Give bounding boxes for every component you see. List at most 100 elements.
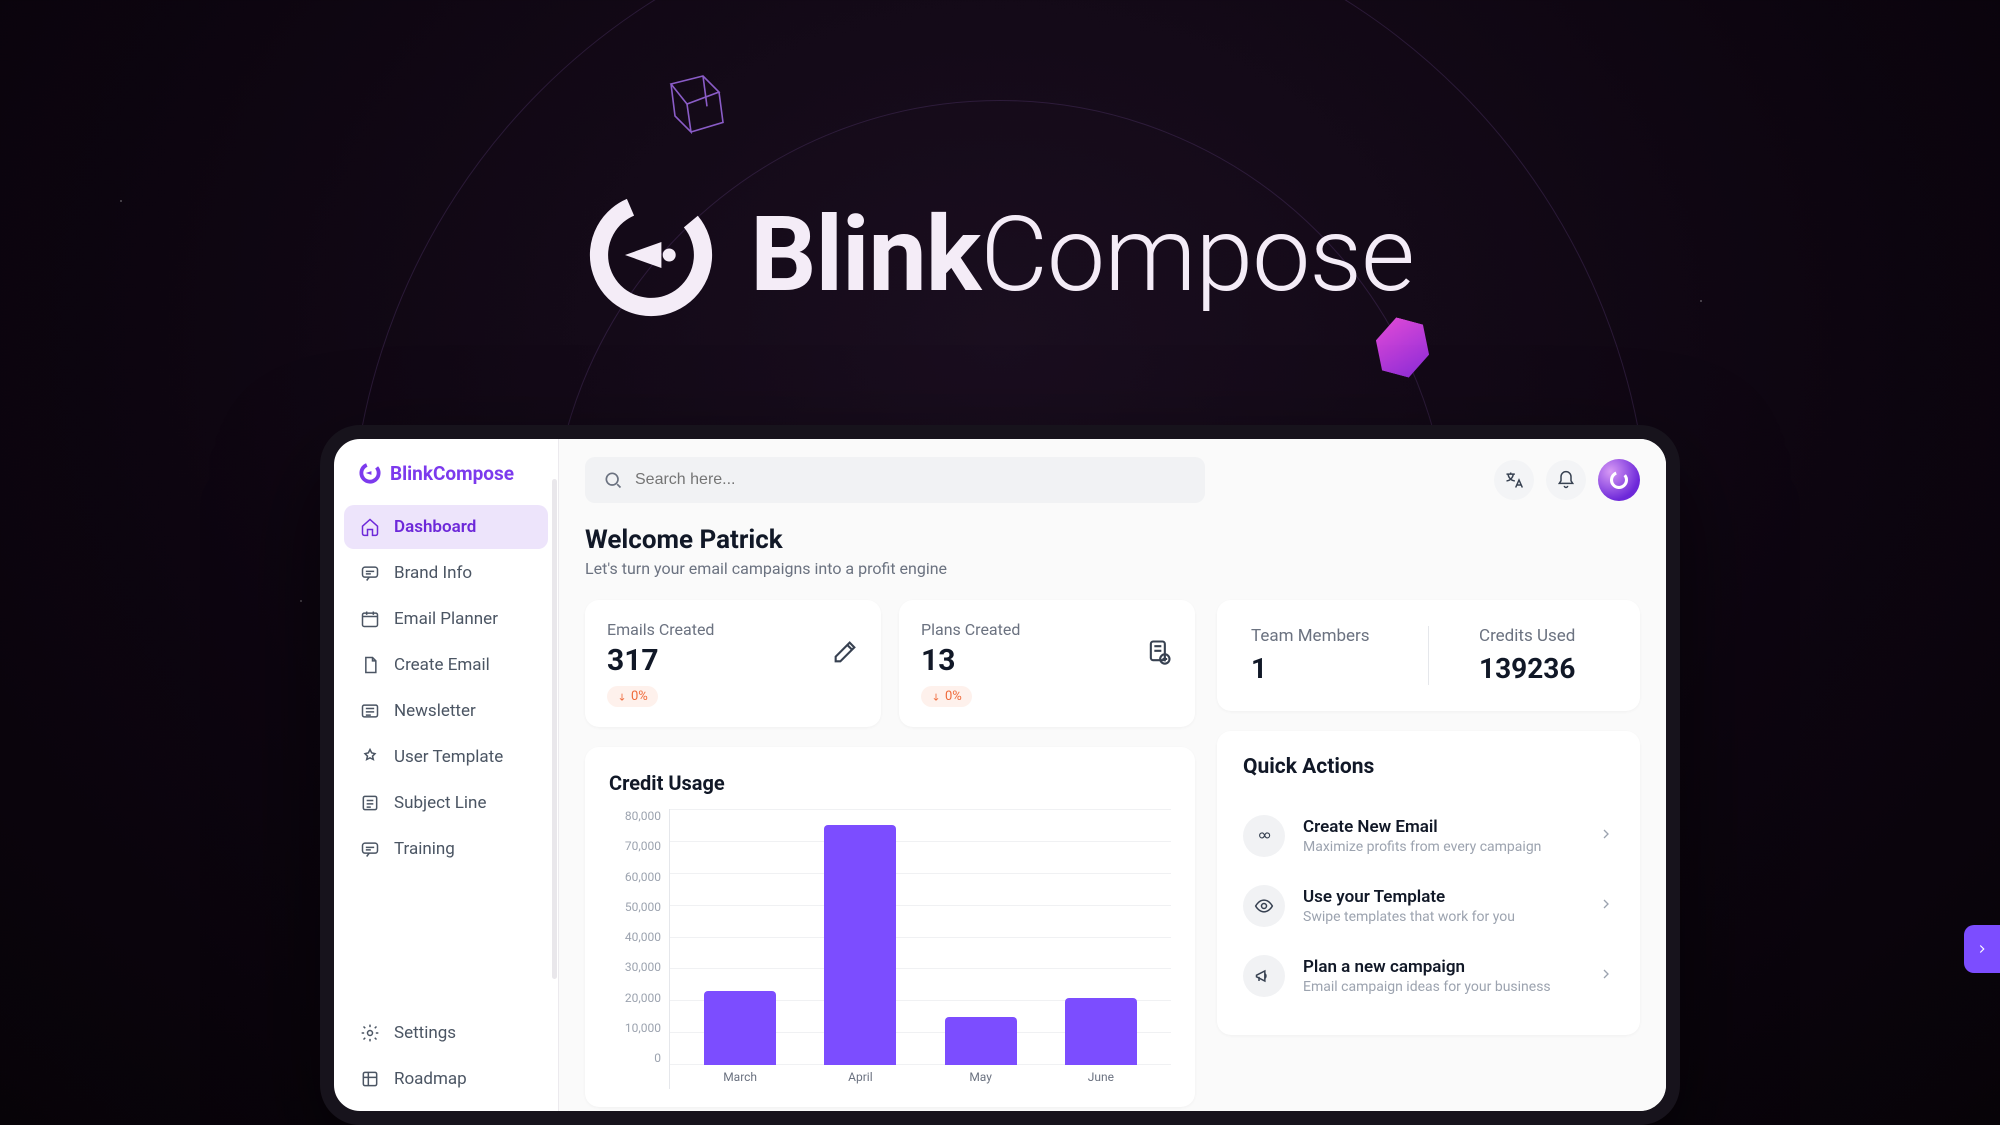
search-box[interactable]	[585, 457, 1205, 503]
sidebar-item-label: Create Email	[394, 655, 490, 675]
logo-mark-icon	[1608, 469, 1630, 491]
stat-card-summary: Team Members 1 Credits Used 139236	[1217, 600, 1640, 711]
stat-label: Plans Created	[921, 620, 1173, 639]
home-icon	[360, 517, 380, 537]
sidebar-item-label: Newsletter	[394, 701, 476, 721]
main-content: Welcome Patrick Let's turn your email ca…	[559, 439, 1666, 1111]
chevron-right-icon	[1598, 896, 1614, 916]
app-frame: BlinkCompose Dashboard Brand Info Email Pl…	[320, 425, 1680, 1125]
list-icon	[360, 793, 380, 813]
hero-logo: BlinkCompose	[0, 190, 2000, 320]
edit-icon[interactable]	[831, 638, 859, 666]
chart-x-label: June	[1065, 1070, 1137, 1084]
sidebar-nav: Dashboard Brand Info Email Planner Create E…	[334, 505, 558, 871]
sidebar-item-create-email[interactable]: Create Email	[344, 643, 548, 687]
topbar	[585, 457, 1640, 503]
chart-area: 80,00070,00060,00050,00040,00030,00020,0…	[609, 809, 1171, 1089]
chart-plot: March April May June	[669, 809, 1171, 1089]
search-input[interactable]	[635, 471, 1187, 489]
chevron-right-icon	[1598, 966, 1614, 986]
stat-value: 13	[921, 643, 1173, 678]
chart-x-label: May	[945, 1070, 1017, 1084]
stat-label: Team Members	[1251, 626, 1378, 646]
map-icon	[360, 1069, 380, 1089]
chart-x-label: March	[704, 1070, 776, 1084]
stat-label: Emails Created	[607, 620, 859, 639]
quick-action-sub: Swipe templates that work for you	[1303, 909, 1515, 925]
infinity-icon	[1243, 815, 1285, 857]
news-icon	[360, 701, 380, 721]
sidebar-item-label: Training	[394, 839, 455, 859]
eye-icon	[1243, 885, 1285, 927]
chevron-right-icon	[1975, 942, 1989, 956]
stat-delta-badge: 0%	[607, 686, 658, 707]
search-icon	[603, 470, 623, 490]
gear-icon	[360, 1023, 380, 1043]
sidebar-item-email-planner[interactable]: Email Planner	[344, 597, 548, 641]
quick-action-title: Use your Template	[1303, 887, 1515, 907]
quick-actions-card: Quick Actions Create New Email Maximize p…	[1217, 731, 1640, 1035]
bell-icon	[1556, 470, 1576, 490]
chart-title: Credit Usage	[609, 771, 1171, 795]
sidebar-item-label: Email Planner	[394, 609, 498, 629]
welcome-block: Welcome Patrick Let's turn your email ca…	[585, 525, 1640, 578]
logo-mark-icon	[586, 190, 716, 320]
quick-action-create-new-email[interactable]: Create New Email Maximize profits from ev…	[1243, 801, 1614, 871]
language-button[interactable]	[1494, 460, 1534, 500]
quick-action-title: Plan a new campaign	[1303, 957, 1551, 977]
sidebar-brand-name: BlinkCompose	[390, 462, 514, 485]
sidebar-item-settings[interactable]: Settings	[344, 1011, 548, 1055]
quick-action-use-your-template[interactable]: Use your Template Swipe templates that wo…	[1243, 871, 1614, 941]
sidebar-item-label: Roadmap	[394, 1069, 467, 1089]
chat-icon	[360, 839, 380, 859]
quick-actions-title: Quick Actions	[1243, 755, 1614, 779]
side-tab-button[interactable]	[1964, 925, 2000, 973]
sidebar-item-training[interactable]: Training	[344, 827, 548, 871]
arrow-down-icon	[931, 692, 941, 702]
document-plus-icon[interactable]	[1145, 638, 1173, 666]
translate-icon	[1504, 470, 1524, 490]
sidebar-item-roadmap[interactable]: Roadmap	[344, 1057, 548, 1101]
chart-x-axis: March April May June	[670, 1065, 1171, 1089]
stat-label: Credits Used	[1479, 626, 1606, 646]
chevron-right-icon	[1598, 826, 1614, 846]
notifications-button[interactable]	[1546, 460, 1586, 500]
calendar-icon	[360, 609, 380, 629]
sidebar-item-user-template[interactable]: User Template	[344, 735, 548, 779]
sidebar-item-label: Settings	[394, 1023, 456, 1043]
page-subtitle: Let's turn your email campaigns into a p…	[585, 559, 1640, 578]
deco-star	[300, 600, 302, 602]
quick-action-sub: Maximize profits from every campaign	[1303, 839, 1541, 855]
sidebar-logo[interactable]: BlinkCompose	[334, 439, 558, 505]
sidebar-item-dashboard[interactable]: Dashboard	[344, 505, 548, 549]
sidebar-item-label: Subject Line	[394, 793, 486, 813]
sidebar-item-label: Brand Info	[394, 563, 472, 583]
sidebar-scrollbar[interactable]	[552, 479, 557, 979]
stat-value: 1	[1251, 652, 1378, 685]
sidebar-item-subject-line[interactable]: Subject Line	[344, 781, 548, 825]
sidebar-item-label: Dashboard	[394, 517, 476, 537]
chart-bar	[945, 1017, 1017, 1065]
avatar[interactable]	[1598, 459, 1640, 501]
chart-bar	[704, 991, 776, 1065]
stat-value: 139236	[1479, 652, 1606, 685]
page-title: Welcome Patrick	[585, 525, 1640, 555]
stat-card-plans-created: Plans Created 13 0%	[899, 600, 1195, 727]
quick-action-title: Create New Email	[1303, 817, 1541, 837]
sidebar-item-label: User Template	[394, 747, 503, 767]
megaphone-icon	[1243, 955, 1285, 997]
chart-y-axis: 80,00070,00060,00050,00040,00030,00020,0…	[609, 809, 669, 1089]
stat-card-emails-created: Emails Created 317 0%	[585, 600, 881, 727]
chart-x-label: April	[824, 1070, 896, 1084]
sidebar-nav-secondary: Settings Roadmap	[334, 1011, 558, 1111]
deco-cube	[655, 60, 735, 140]
quick-action-plan-a-new-campaign[interactable]: Plan a new campaign Email campaign ideas …	[1243, 941, 1614, 1011]
chart-card-credit-usage: Credit Usage 80,00070,00060,00050,00040,…	[585, 747, 1195, 1107]
arrow-down-icon	[617, 692, 627, 702]
sidebar-item-newsletter[interactable]: Newsletter	[344, 689, 548, 733]
hero-wordmark: BlinkCompose	[750, 195, 1414, 316]
quick-action-sub: Email campaign ideas for your business	[1303, 979, 1551, 995]
sidebar-item-brand-info[interactable]: Brand Info	[344, 551, 548, 595]
file-icon	[360, 655, 380, 675]
sidebar: BlinkCompose Dashboard Brand Info Email Pl…	[334, 439, 559, 1111]
